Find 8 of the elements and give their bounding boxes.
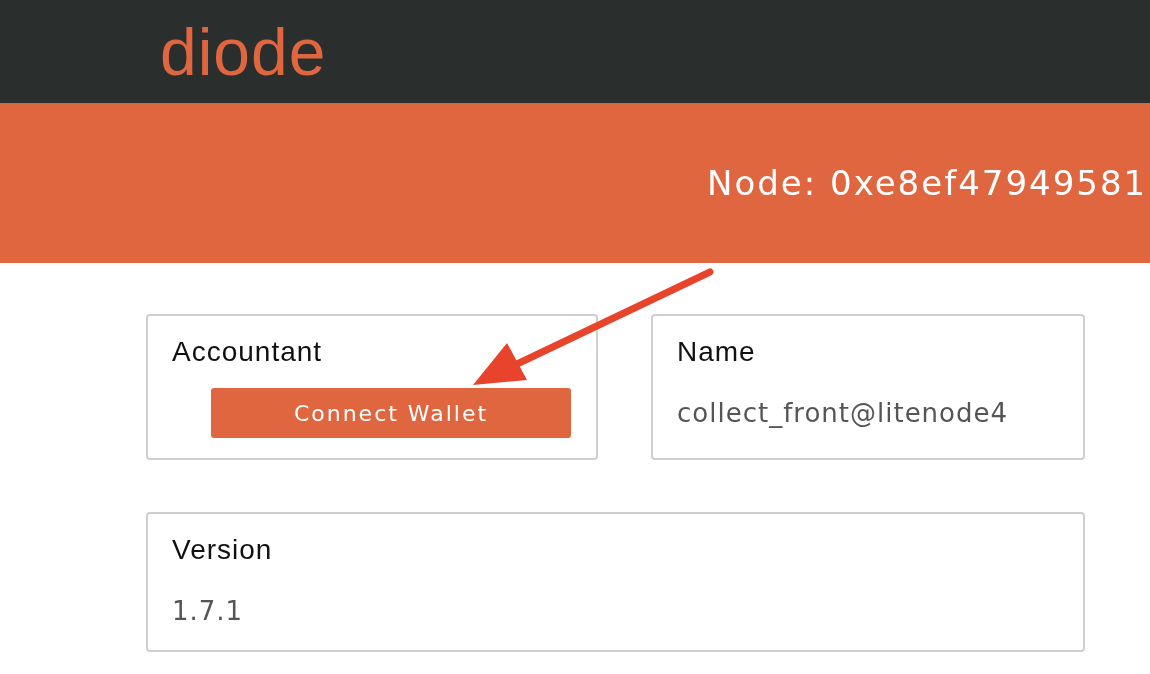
connect-wallet-button[interactable]: Connect Wallet bbox=[211, 388, 571, 438]
logo[interactable]: diode bbox=[160, 18, 327, 85]
card-title: Accountant bbox=[172, 336, 324, 368]
card-title: Version bbox=[172, 534, 274, 566]
card-value: collect_front@litenode4 bbox=[677, 398, 1010, 428]
node-address: Node: 0xe8ef47949581 bbox=[707, 163, 1148, 203]
card-value: 1.7.1 bbox=[172, 596, 245, 626]
card-title: Name bbox=[677, 336, 757, 368]
